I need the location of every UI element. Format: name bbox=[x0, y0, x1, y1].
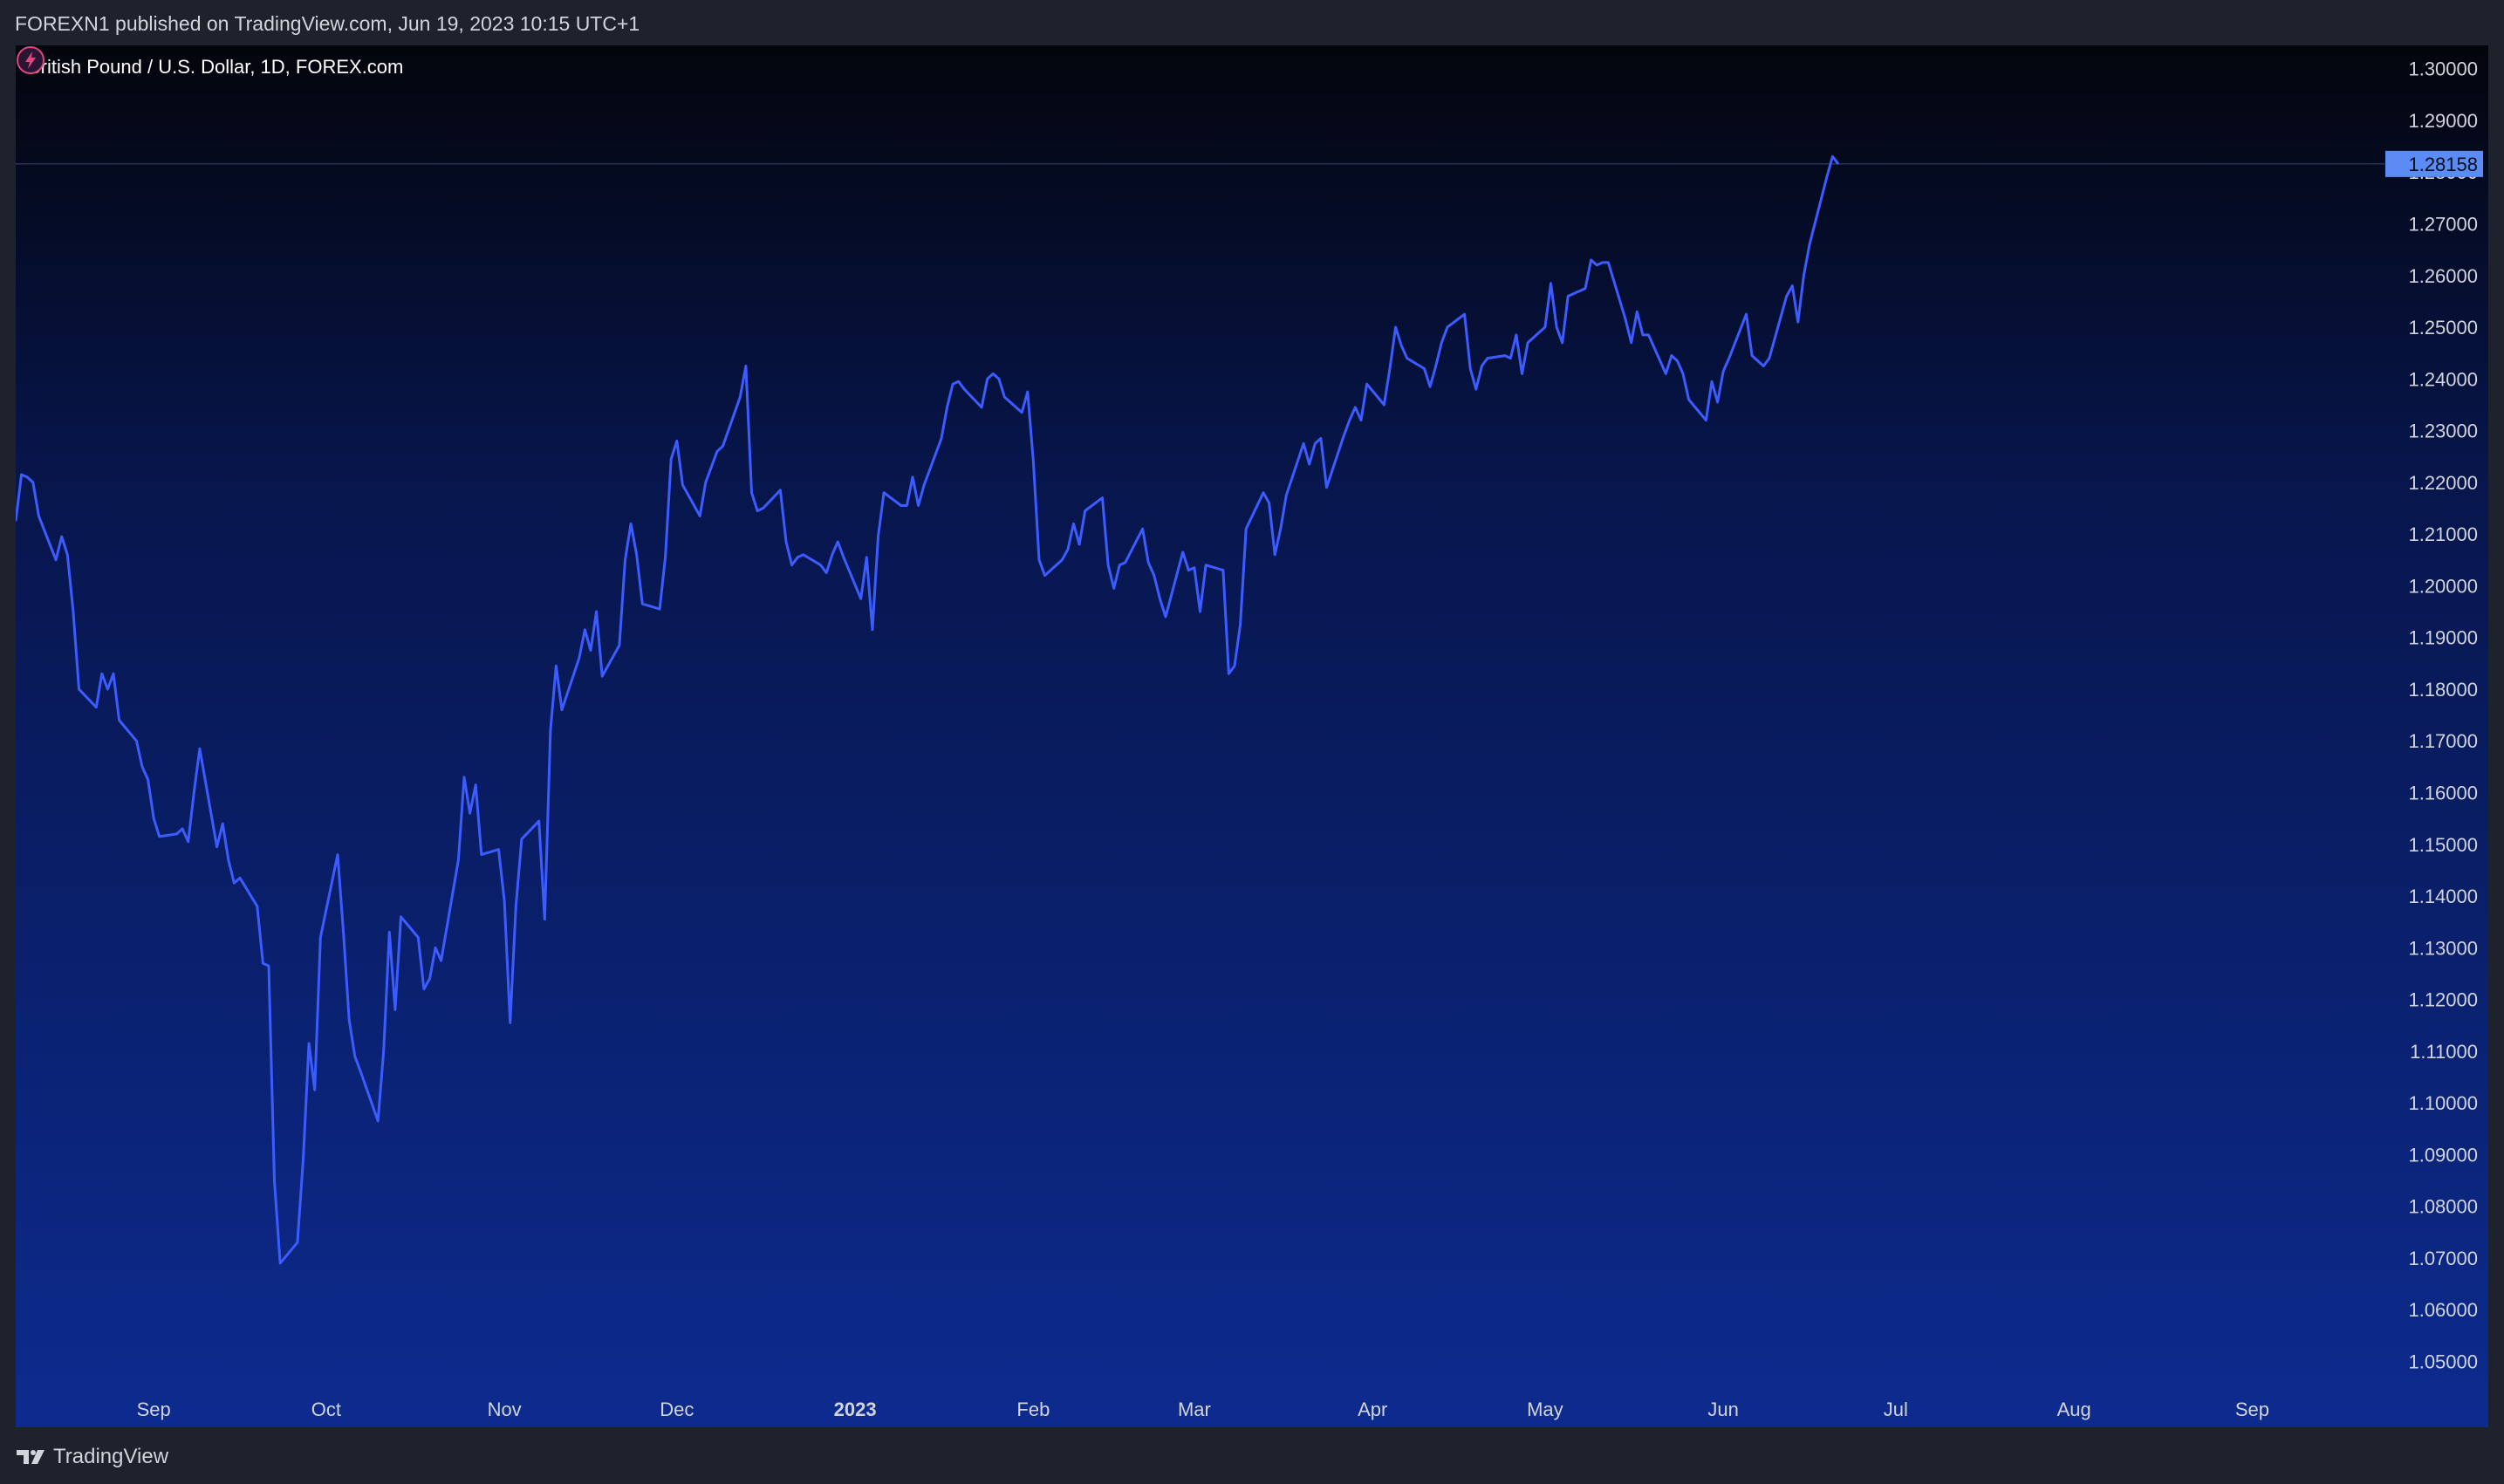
y-tick-label: 1.19000 bbox=[2408, 627, 2478, 649]
chart-title: British Pound / U.S. Dollar, 1D, FOREX.c… bbox=[28, 56, 404, 78]
brand-name: TradingView bbox=[53, 1445, 169, 1468]
y-tick-label: 1.14000 bbox=[2408, 886, 2478, 907]
x-tick-label: May bbox=[1527, 1399, 1563, 1420]
publish-bar: FOREXN1 published on TradingView.com, Ju… bbox=[0, 0, 2504, 45]
last-price-label: 1.28158 bbox=[2408, 154, 2478, 175]
x-tick-label: Aug bbox=[2057, 1399, 2091, 1420]
x-tick-label: Oct bbox=[311, 1399, 341, 1420]
y-tick-label: 1.11000 bbox=[2410, 1041, 2478, 1063]
x-tick-label: Sep bbox=[2235, 1399, 2269, 1420]
y-tick-label: 1.22000 bbox=[2408, 472, 2478, 494]
tradingview-logo-icon bbox=[17, 1450, 44, 1464]
x-tick-label: Sep bbox=[137, 1399, 171, 1420]
footer-bar: TradingView bbox=[0, 1427, 2504, 1484]
y-tick-label: 1.06000 bbox=[2408, 1299, 2478, 1321]
x-tick-label: Feb bbox=[1016, 1399, 1050, 1420]
y-tick-label: 1.26000 bbox=[2408, 265, 2478, 287]
x-tick-label: Apr bbox=[1358, 1399, 1387, 1420]
tradingview-logo[interactable]: TradingView bbox=[15, 1445, 168, 1469]
y-tick-label: 1.24000 bbox=[2408, 368, 2478, 390]
x-tick-label: 2023 bbox=[834, 1399, 877, 1420]
x-tick-label: Jul bbox=[1884, 1399, 1908, 1420]
y-tick-label: 1.07000 bbox=[2408, 1248, 2478, 1269]
publish-info: FOREXN1 published on TradingView.com, Ju… bbox=[15, 12, 640, 35]
x-tick-label: Jun bbox=[1707, 1399, 1738, 1420]
y-tick-label: 1.09000 bbox=[2408, 1144, 2478, 1166]
y-tick-label: 1.25000 bbox=[2408, 317, 2478, 339]
y-tick-label: 1.05000 bbox=[2408, 1351, 2478, 1373]
x-tick-label: Dec bbox=[660, 1399, 694, 1420]
y-tick-label: 1.18000 bbox=[2408, 679, 2478, 701]
x-tick-label: Mar bbox=[1178, 1399, 1211, 1420]
lightning-icon[interactable] bbox=[16, 45, 45, 75]
y-tick-label: 1.21000 bbox=[2408, 523, 2478, 545]
y-tick-label: 1.15000 bbox=[2408, 834, 2478, 856]
y-tick-label: 1.30000 bbox=[2408, 58, 2478, 80]
price-chart[interactable]: 1.300001.290001.280001.270001.260001.250… bbox=[16, 45, 2488, 1427]
y-tick-label: 1.12000 bbox=[2408, 989, 2478, 1011]
y-tick-label: 1.23000 bbox=[2408, 421, 2478, 442]
y-tick-label: 1.27000 bbox=[2408, 213, 2478, 235]
y-tick-label: 1.20000 bbox=[2408, 575, 2478, 597]
x-tick-label: Nov bbox=[488, 1399, 522, 1420]
y-tick-label: 1.29000 bbox=[2408, 110, 2478, 132]
y-tick-label: 1.08000 bbox=[2408, 1196, 2478, 1218]
y-tick-label: 1.10000 bbox=[2408, 1092, 2478, 1114]
chart-panel[interactable]: 1.300001.290001.280001.270001.260001.250… bbox=[16, 45, 2488, 1427]
y-tick-label: 1.17000 bbox=[2408, 730, 2478, 752]
y-tick-label: 1.16000 bbox=[2408, 783, 2478, 804]
y-tick-label: 1.13000 bbox=[2408, 937, 2478, 959]
chart-background bbox=[16, 45, 2488, 1427]
